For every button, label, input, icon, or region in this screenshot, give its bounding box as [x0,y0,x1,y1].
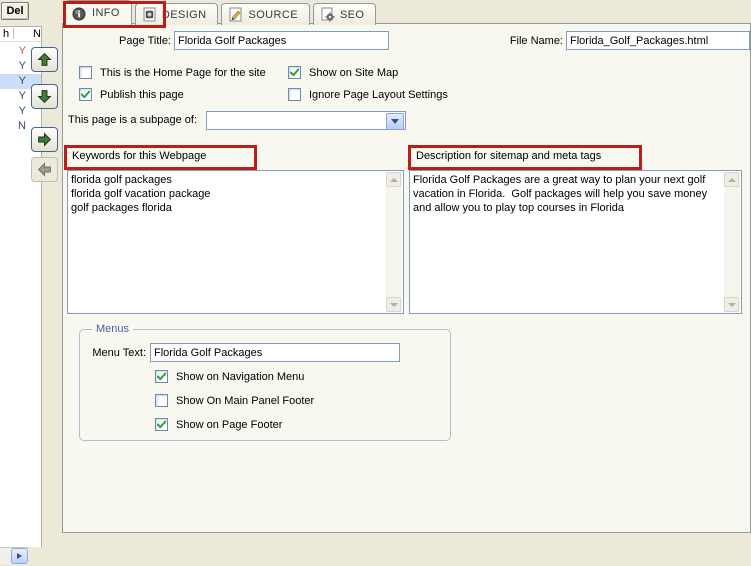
tab-label: INFO [92,7,120,19]
menus-groupbox: Menus Menu Text: Show on Navigation Menu… [79,329,451,441]
grid-col-header: h [3,28,9,40]
chevron-up-icon [728,178,736,182]
chevron-right-icon [17,553,22,559]
pages-horizontal-scrollbar[interactable] [0,547,29,564]
chevron-down-icon [728,303,736,307]
scroll-up-button[interactable] [386,172,401,187]
tab-label: SOURCE [248,9,297,21]
scroll-down-button[interactable] [724,297,739,312]
show-page-footer-label: Show on Page Footer [176,419,282,431]
tab-bar: INFO DESIGN SOURCE SEO [65,0,376,25]
scroll-right-button[interactable] [11,548,28,564]
tab-info[interactable]: INFO [65,0,132,25]
keywords-label: Keywords for this Webpage [67,148,206,162]
check-icon [289,67,300,78]
info-tab-panel: Page Title: File Name: This is the Home … [62,23,751,533]
check-icon [80,89,91,100]
tab-seo[interactable]: SEO [313,3,376,25]
arrow-left-icon [36,161,53,178]
show-site-map-label: Show on Site Map [309,67,398,79]
checkbox-ignore-layout[interactable] [288,88,301,101]
arrow-down-icon [36,88,53,105]
description-text: Florida Golf Packages are a great way to… [413,173,721,311]
description-textarea[interactable]: Florida Golf Packages are a great way to… [409,170,742,314]
keywords-text: florida golf packages florida golf vacat… [71,173,383,311]
home-page-label: This is the Home Page for the site [100,67,266,79]
tab-label: DESIGN [162,9,207,21]
checkbox-show-main-panel-footer[interactable] [155,394,168,407]
page-title-label: Page Title: [69,35,171,47]
arrow-right-icon [36,131,53,148]
checkbox-publish[interactable] [79,88,92,101]
design-icon [142,7,157,22]
move-page-down-button[interactable] [31,84,58,109]
show-nav-menu-label: Show on Navigation Menu [176,371,304,383]
file-name-label: File Name: [493,35,563,47]
checkbox-show-page-footer[interactable] [155,418,168,431]
chevron-down-icon [391,119,399,124]
move-page-left-button[interactable] [31,157,58,182]
check-icon [156,419,167,430]
move-page-up-button[interactable] [31,47,58,72]
checkbox-show-nav-menu[interactable] [155,370,168,383]
dropdown-button[interactable] [386,113,404,130]
chevron-down-icon [390,303,398,307]
ignore-layout-label: Ignore Page Layout Settings [309,89,448,101]
app-window: Del h N Y Y Y Y Y N INFO [0,0,751,566]
description-scrollbar[interactable] [724,172,740,312]
menus-group-caption: Menus [92,323,133,335]
menu-text-label: Menu Text: [86,347,146,359]
description-label: Description for sitemap and meta tags [411,148,601,162]
check-icon [156,371,167,382]
checkbox-show-site-map[interactable] [288,66,301,79]
scroll-up-button[interactable] [724,172,739,187]
tab-source[interactable]: SOURCE [221,3,309,25]
keywords-textarea[interactable]: florida golf packages florida golf vacat… [67,170,404,314]
pages-grid-header: h N [0,27,41,42]
info-icon [72,6,87,21]
publish-label: Publish this page [100,89,184,101]
delete-page-button[interactable]: Del [1,2,29,20]
source-icon [228,7,243,22]
subpage-combobox[interactable] [206,111,406,130]
menu-text-input[interactable] [150,343,400,362]
chevron-up-icon [390,178,398,182]
show-main-panel-footer-label: Show On Main Panel Footer [176,395,314,407]
seo-icon [320,7,335,22]
keywords-scrollbar[interactable] [386,172,402,312]
editor-area: INFO DESIGN SOURCE SEO [62,0,751,566]
grid-header-divider [13,28,14,39]
move-page-right-button[interactable] [31,127,58,152]
page-title-input[interactable] [174,31,389,50]
subpage-label: This page is a subpage of: [68,114,197,126]
tab-design[interactable]: DESIGN [135,3,219,25]
file-name-input[interactable] [566,31,750,50]
tab-label: SEO [340,9,364,21]
grid-col-header: N [33,28,41,40]
arrow-up-icon [36,51,53,68]
checkbox-home-page[interactable] [79,66,92,79]
scroll-down-button[interactable] [386,297,401,312]
